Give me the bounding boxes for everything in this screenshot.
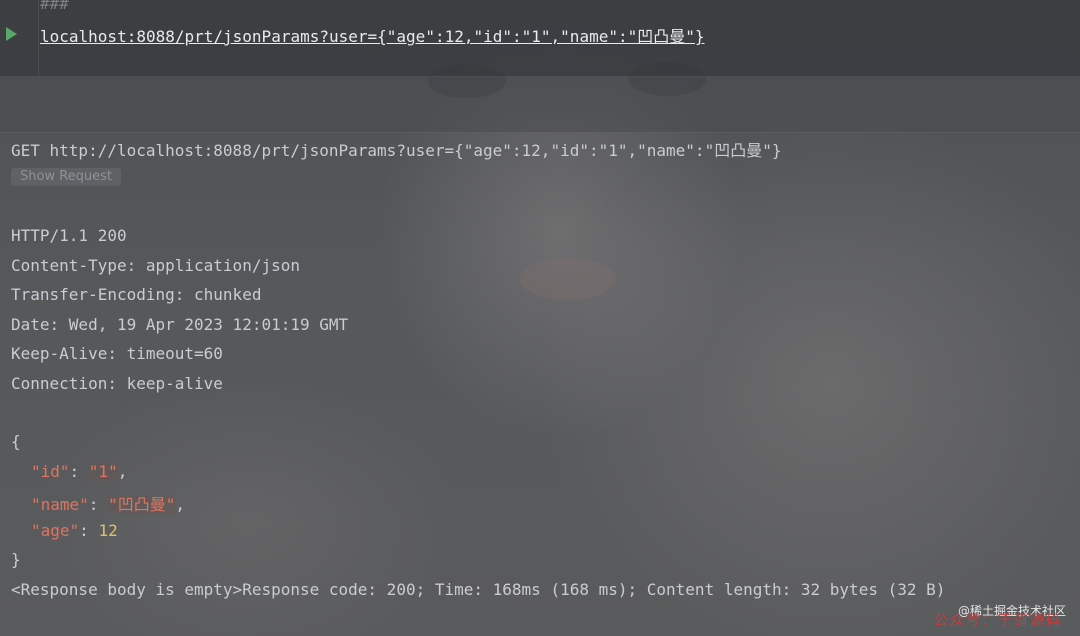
json-value: 12 <box>98 521 118 540</box>
request-separator-comment: ### <box>40 0 69 13</box>
json-open-brace: { <box>11 432 21 451</box>
http-request-editor[interactable]: ### localhost:8088/prt/jsonParams?user={… <box>0 0 1080 77</box>
response-header: Content-Type: application/json <box>11 256 300 275</box>
json-colon: : <box>88 495 109 514</box>
json-value: "1" <box>88 462 118 481</box>
response-header: Connection: keep-alive <box>11 374 223 393</box>
json-field: "id": "1", <box>31 462 127 481</box>
json-key: "id" <box>31 462 70 481</box>
editor-gutter <box>0 0 39 76</box>
panel-splitter[interactable] <box>0 76 1080 133</box>
json-value: "凹凸曼" <box>108 495 176 514</box>
json-colon: : <box>69 462 89 481</box>
background-decoration <box>520 258 616 300</box>
response-header: Date: Wed, 19 Apr 2023 12:01:19 GMT <box>11 315 349 334</box>
status-line: HTTP/1.1 200 <box>11 226 127 245</box>
request-summary: GET http://localhost:8088/prt/jsonParams… <box>11 141 782 160</box>
json-key: "age" <box>31 521 80 540</box>
json-comma: , <box>117 462 128 481</box>
run-request-icon[interactable] <box>6 27 17 41</box>
watermark-account: 公众号：于道源码 <box>934 613 1062 629</box>
response-header: Keep-Alive: timeout=60 <box>11 344 223 363</box>
json-comma: , <box>175 495 185 514</box>
json-field: "name": "凹凸曼", <box>31 491 185 515</box>
response-header: Transfer-Encoding: chunked <box>11 285 262 304</box>
show-request-button[interactable]: Show Request <box>11 168 122 186</box>
json-close-brace: } <box>11 550 21 569</box>
response-footer: <Response body is empty>Response code: 2… <box>11 580 946 599</box>
request-url-line[interactable]: localhost:8088/prt/jsonParams?user={"age… <box>40 23 705 47</box>
json-key: "name" <box>31 495 89 514</box>
json-colon: : <box>79 521 99 540</box>
json-field: "age": 12 <box>31 521 118 540</box>
